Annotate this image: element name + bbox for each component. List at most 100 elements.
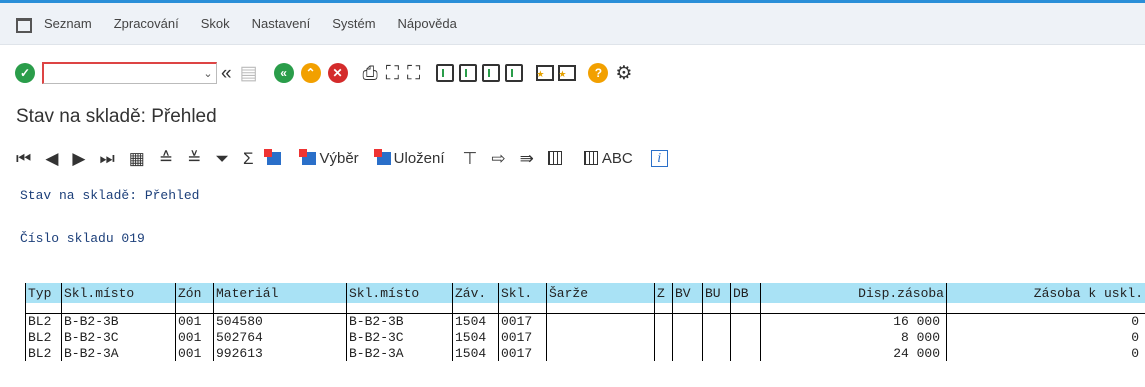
send-icon[interactable]: ⇨ bbox=[491, 150, 505, 167]
sort-ascending-icon[interactable]: ≙ bbox=[159, 150, 173, 167]
menu-list-icon[interactable] bbox=[16, 17, 32, 33]
word-icon[interactable]: ⇛ bbox=[520, 150, 534, 167]
table-row[interactable]: BL2 B-B2-3A 001 992613 B-B2-3A 1504 0017… bbox=[25, 345, 1145, 361]
cell-bv bbox=[672, 329, 703, 345]
col-header-skl-misto-2[interactable]: Skl.místo bbox=[346, 283, 453, 303]
save-layout-label: Uložení bbox=[393, 149, 445, 167]
cell-material: 992613 bbox=[213, 345, 347, 361]
col-header-bv[interactable]: BV bbox=[672, 283, 703, 303]
menu-item-system[interactable]: Systém bbox=[332, 16, 375, 31]
cell-material: 504580 bbox=[213, 312, 347, 329]
export-icon[interactable]: ⊤ bbox=[463, 150, 478, 167]
cell-disp-zasoba: 16 000 bbox=[760, 312, 947, 329]
command-field[interactable] bbox=[42, 62, 217, 84]
cell-typ: BL2 bbox=[25, 329, 62, 345]
back-icon[interactable]: « bbox=[273, 63, 294, 83]
last-row-icon[interactable]: ⏭ bbox=[99, 150, 114, 167]
col-header-typ[interactable]: Typ bbox=[25, 283, 62, 303]
menu-item-napoveda[interactable]: Nápověda bbox=[398, 16, 457, 31]
cancel-icon[interactable]: ✕ bbox=[327, 63, 348, 83]
menu-item-nastaveni[interactable]: Nastavení bbox=[252, 16, 311, 31]
menu-item-skok[interactable]: Skok bbox=[201, 16, 230, 31]
spreadsheet-icon[interactable] bbox=[547, 151, 566, 165]
cell-zav: 1504 bbox=[452, 345, 499, 361]
menu-bar: Seznam Zpracování Skok Nastavení Systém … bbox=[0, 3, 1145, 45]
abc-grid-icon bbox=[583, 151, 598, 165]
cell-sarze bbox=[546, 312, 655, 329]
cell-bv bbox=[672, 312, 703, 329]
cell-bu bbox=[702, 329, 731, 345]
col-header-bu[interactable]: BU bbox=[702, 283, 731, 303]
table-row[interactable]: BL2 B-B2-3B 001 504580 B-B2-3B 1504 0017… bbox=[25, 312, 1145, 329]
save-layout-button[interactable]: Uložení bbox=[373, 148, 445, 167]
next-row-icon[interactable]: ▶ bbox=[72, 150, 85, 167]
col-header-disp-zasoba[interactable]: Disp.zásoba bbox=[760, 283, 947, 303]
print-icon[interactable]: ⎙ bbox=[363, 64, 378, 83]
col-header-zasoba-k-uskl[interactable]: Zásoba k uskl. bbox=[946, 283, 1145, 303]
cell-typ: BL2 bbox=[25, 345, 62, 361]
prev-page-icon[interactable] bbox=[459, 64, 478, 82]
table-spacer-row bbox=[25, 303, 1145, 313]
select-layout-label: Výběr bbox=[319, 149, 359, 167]
col-header-material[interactable]: Materiál bbox=[213, 283, 347, 303]
abc-label: ABC bbox=[601, 149, 633, 167]
help-icon[interactable]: ? bbox=[588, 63, 609, 83]
next-page-icon[interactable] bbox=[482, 64, 501, 82]
cell-skl-misto-2: B-B2-3A bbox=[346, 345, 453, 361]
col-header-zon[interactable]: Zón bbox=[175, 283, 214, 303]
page-title: Stav na skladě: Přehled bbox=[16, 106, 217, 127]
cell-disp-zasoba: 24 000 bbox=[760, 345, 947, 361]
abc-analysis-button[interactable]: ABC bbox=[583, 149, 633, 167]
details-icon[interactable]: ▦ bbox=[129, 150, 145, 167]
col-header-skl-misto[interactable]: Skl.místo bbox=[61, 283, 176, 303]
col-header-sarze[interactable]: Šarže bbox=[546, 283, 655, 303]
new-session-icon[interactable] bbox=[536, 65, 555, 81]
settings-icon[interactable]: ⚙ bbox=[615, 64, 632, 83]
layout-icon[interactable] bbox=[264, 148, 284, 165]
shortcut-icon[interactable] bbox=[558, 65, 577, 81]
cell-zasoba-k-uskl: 0 bbox=[946, 329, 1145, 345]
first-row-icon[interactable]: ⏮ bbox=[16, 150, 31, 167]
up-icon[interactable]: ⌃ bbox=[300, 63, 321, 83]
cell-disp-zasoba: 8 000 bbox=[760, 329, 947, 345]
find-icon[interactable]: ⛶ bbox=[386, 64, 399, 83]
find-next-icon[interactable]: ⛶ bbox=[407, 64, 420, 83]
cell-zon: 001 bbox=[175, 312, 214, 329]
col-header-zav[interactable]: Záv. bbox=[452, 283, 499, 303]
cell-sarze bbox=[546, 329, 655, 345]
save-icon: ▤ bbox=[239, 62, 258, 84]
prev-row-icon[interactable]: ◀ bbox=[45, 150, 58, 167]
sort-descending-icon[interactable]: ≚ bbox=[187, 150, 201, 167]
cell-zav: 1504 bbox=[452, 312, 499, 329]
cell-skl-misto: B-B2-3C bbox=[61, 329, 176, 345]
alv-toolbar: ⏮ ◀ ▶ ⏭ ▦ ≙ ≚ ⏷ Σ Výběr Uložení ⊤ ⇨ ⇛ AB… bbox=[0, 142, 1145, 174]
sum-icon[interactable]: Σ bbox=[243, 150, 254, 167]
rewind-icon[interactable]: « bbox=[221, 64, 232, 83]
cell-bu bbox=[702, 312, 731, 329]
cell-zav: 1504 bbox=[452, 329, 499, 345]
cell-z bbox=[654, 312, 673, 329]
cell-zasoba-k-uskl: 0 bbox=[946, 312, 1145, 329]
table-row[interactable]: BL2 B-B2-3C 001 502764 B-B2-3C 1504 0017… bbox=[25, 329, 1145, 345]
chevron-down-icon[interactable]: ⌄ bbox=[201, 62, 215, 84]
cell-skl-misto: B-B2-3B bbox=[61, 312, 176, 329]
last-page-icon[interactable] bbox=[505, 64, 524, 82]
filter-icon[interactable]: ⏷ bbox=[215, 150, 229, 167]
check-icon[interactable]: ✓ bbox=[15, 63, 35, 83]
col-header-db[interactable]: DB bbox=[730, 283, 761, 303]
col-header-z[interactable]: Z bbox=[654, 283, 673, 303]
cell-skl-misto-2: B-B2-3B bbox=[346, 312, 453, 329]
menu-item-seznam[interactable]: Seznam bbox=[44, 16, 92, 31]
col-header-skl[interactable]: Skl. bbox=[498, 283, 547, 303]
select-layout-button[interactable]: Výběr bbox=[299, 148, 359, 167]
info-icon[interactable]: i bbox=[650, 149, 668, 167]
select-layout-icon bbox=[299, 148, 317, 165]
cell-zon: 001 bbox=[175, 329, 214, 345]
warehouse-number: Číslo skladu 019 bbox=[20, 231, 145, 246]
standard-toolbar: ✓ ⌄ « ▤ « ⌃ ✕ ⎙ ⛶ ⛶ ? ⚙ bbox=[0, 50, 1145, 96]
spreadsheet-grid-icon bbox=[547, 151, 562, 165]
cell-typ: BL2 bbox=[25, 312, 62, 329]
menu-item-zpracovani[interactable]: Zpracování bbox=[114, 16, 179, 31]
cell-bu bbox=[702, 345, 731, 361]
first-page-icon[interactable] bbox=[436, 64, 455, 82]
